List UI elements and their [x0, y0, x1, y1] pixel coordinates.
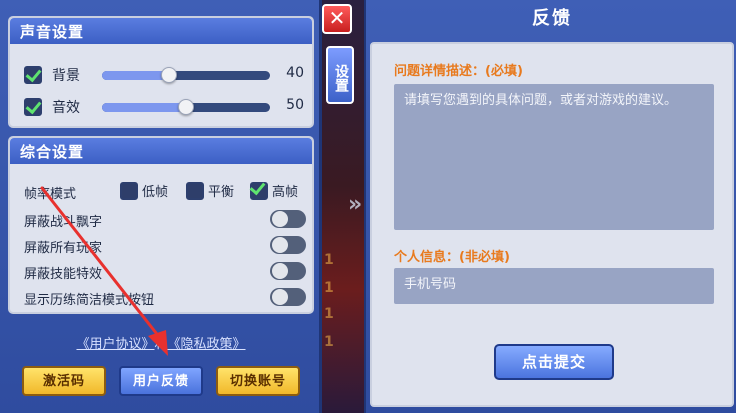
problem-description-textarea[interactable]: 请填写您遇到的具体问题，或者对游戏的建议。: [394, 84, 714, 230]
activation-code-button[interactable]: 激活码: [22, 366, 106, 396]
privacy-policy-link[interactable]: 《隐私政策》: [168, 337, 246, 352]
hide-damage-text-label: 屏蔽战斗飘字: [24, 215, 103, 230]
frame-rate-row: 帧率模式 低帧 平衡 高帧: [24, 180, 306, 202]
section-title: 综合设置: [10, 138, 312, 164]
sfx-checkbox[interactable]: [24, 98, 42, 116]
general-settings-section: 综合设置 帧率模式 低帧 平衡 高帧 屏蔽战斗飘字 屏蔽所有玩家 屏蔽技能特效: [8, 136, 314, 314]
toggle-row: 显示历练简洁模式按钮: [24, 286, 306, 308]
frame-low-option[interactable]: 低帧: [120, 181, 168, 200]
close-icon[interactable]: ✕: [322, 4, 352, 34]
sfx-volume-row: 音效 50: [24, 96, 304, 118]
frame-high-option[interactable]: 高帧: [250, 181, 298, 200]
hide-players-label: 屏蔽所有玩家: [24, 241, 103, 256]
feedback-title: 反馈: [532, 8, 572, 29]
bgm-slider-handle[interactable]: [161, 67, 178, 83]
legal-links: 《用户协议》和《隐私政策》: [0, 333, 322, 352]
simple-mode-button-toggle[interactable]: [270, 288, 306, 306]
frame-balanced-checkbox[interactable]: [186, 181, 204, 200]
sfx-slider-handle[interactable]: [178, 99, 194, 115]
sfx-label: 音效: [52, 100, 80, 116]
toggle-row: 屏蔽技能特效: [24, 260, 306, 282]
frame-low-label: 低帧: [142, 185, 169, 200]
hide-players-toggle[interactable]: [270, 236, 306, 254]
frame-low-checkbox[interactable]: [120, 181, 138, 200]
toggle-row: 屏蔽所有玩家: [24, 234, 306, 256]
frame-rate-label: 帧率模式: [24, 187, 77, 202]
phone-number-input[interactable]: 手机号码: [394, 268, 714, 304]
toggle-row: 屏蔽战斗飘字: [24, 208, 306, 230]
frame-high-label: 高帧: [272, 185, 299, 200]
scene-number: 1: [324, 334, 334, 350]
bgm-checkbox[interactable]: [24, 66, 42, 84]
sfx-value: 50: [286, 97, 304, 113]
chevron-right-icon: »: [348, 192, 363, 217]
hide-skill-effects-label: 屏蔽技能特效: [24, 267, 103, 282]
scene-number: 1: [324, 280, 334, 296]
scene-number: 1: [324, 306, 334, 322]
bgm-label: 背景: [52, 68, 80, 84]
hide-skill-effects-toggle[interactable]: [270, 262, 306, 280]
problem-description-label: 问题详情描述：(必填): [394, 64, 523, 79]
submit-button[interactable]: 点击提交: [494, 344, 614, 380]
frame-balanced-option[interactable]: 平衡: [186, 181, 234, 200]
sound-settings-section: 声音设置 背景 40 音效 50: [8, 16, 314, 128]
section-title: 声音设置: [10, 18, 312, 44]
scene-number: 1: [324, 252, 334, 268]
user-feedback-button[interactable]: 用户反馈: [119, 366, 203, 396]
personal-info-label: 个人信息：(非必填): [394, 250, 510, 265]
frame-balanced-label: 平衡: [208, 185, 235, 200]
settings-tab[interactable]: 设置: [326, 46, 354, 104]
bgm-slider-track[interactable]: [102, 71, 270, 80]
hide-damage-text-toggle[interactable]: [270, 210, 306, 228]
switch-account-button[interactable]: 切换账号: [216, 366, 300, 396]
links-and-text: 和: [154, 337, 168, 352]
settings-panel: 声音设置 背景 40 音效 50 综合设置 帧率模式 低帧 平衡 高帧 屏蔽战斗…: [0, 0, 322, 413]
simple-mode-button-label: 显示历练简洁模式按钮: [24, 293, 155, 308]
frame-high-checkbox[interactable]: [250, 181, 268, 200]
bgm-value: 40: [286, 65, 304, 81]
feedback-body: 问题详情描述：(必填) 请填写您遇到的具体问题，或者对游戏的建议。 个人信息：(…: [370, 42, 734, 407]
user-agreement-link[interactable]: 《用户协议》: [76, 337, 154, 352]
feedback-panel: 反馈 问题详情描述：(必填) 请填写您遇到的具体问题，或者对游戏的建议。 个人信…: [364, 0, 736, 413]
bgm-volume-row: 背景 40: [24, 64, 304, 86]
